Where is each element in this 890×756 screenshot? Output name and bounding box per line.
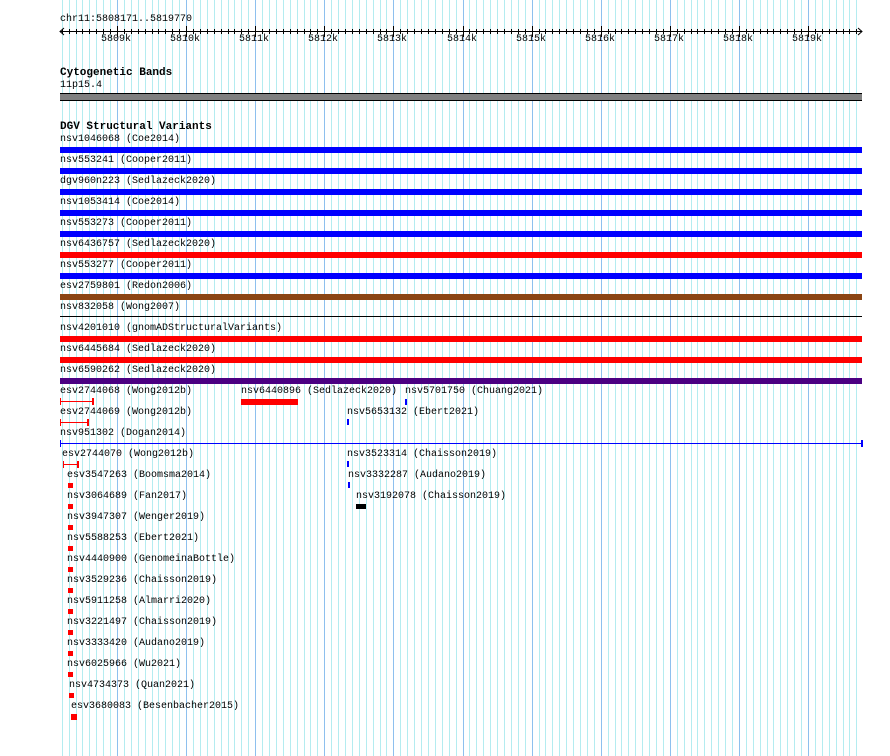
variant-feature[interactable]	[405, 399, 407, 405]
variant-feature-end[interactable]	[77, 461, 79, 468]
ruler-tick-label: 5814k	[447, 34, 478, 45]
variant-feature[interactable]	[69, 693, 74, 698]
variant-label[interactable]: nsv6025966 (Wu2021)	[67, 659, 181, 671]
ruler-tick-label: 5810k	[170, 34, 201, 45]
variant-feature[interactable]	[68, 546, 73, 551]
variant-feature[interactable]	[60, 443, 862, 444]
variant-feature[interactable]	[348, 482, 350, 488]
ruler-tick-label: 5815k	[516, 34, 547, 45]
variant-feature-end[interactable]	[60, 398, 61, 405]
variant-label[interactable]: nsv5701750 (Chuang2021)	[405, 386, 543, 398]
variant-feature[interactable]	[60, 189, 862, 195]
variant-feature[interactable]	[68, 609, 73, 614]
variant-label[interactable]: nsv6590262 (Sedlazeck2020)	[60, 365, 216, 377]
variant-feature-end[interactable]	[60, 440, 61, 447]
ruler-tick-label: 5809k	[101, 34, 132, 45]
variant-feature[interactable]	[60, 252, 862, 258]
variant-label[interactable]: esv2744068 (Wong2012b)	[60, 386, 192, 398]
variant-label[interactable]: dgv960n223 (Sedlazeck2020)	[60, 176, 216, 188]
variant-label[interactable]: nsv5588253 (Ebert2021)	[67, 533, 199, 545]
variant-label[interactable]: nsv3332287 (Audano2019)	[348, 470, 486, 482]
variant-label[interactable]: nsv3064689 (Fan2017)	[67, 491, 187, 503]
variant-label[interactable]: nsv6440896 (Sedlazeck2020)	[241, 386, 397, 398]
ruler-tick-label: 5811k	[239, 34, 270, 45]
cytoband-track-title: Cytogenetic Bands	[60, 67, 173, 79]
variant-label[interactable]: nsv553273 (Cooper2011)	[60, 218, 192, 230]
variant-feature[interactable]	[60, 273, 862, 279]
variant-label[interactable]: nsv3192078 (Chaisson2019)	[356, 491, 506, 503]
cytoband-bar[interactable]	[60, 93, 862, 101]
variant-feature-end[interactable]	[861, 440, 863, 447]
variant-feature[interactable]	[60, 210, 862, 216]
variant-feature[interactable]	[68, 504, 73, 509]
variant-feature[interactable]	[60, 147, 862, 153]
variant-label[interactable]: nsv4201010 (gnomADStructuralVariants)	[60, 323, 282, 335]
variant-label[interactable]: nsv4734373 (Quan2021)	[69, 680, 195, 692]
variant-label[interactable]: nsv4440900 (GenomeinaBottle)	[67, 554, 235, 566]
variant-label[interactable]: nsv1053414 (Coe2014)	[60, 197, 180, 209]
variant-label[interactable]: nsv3947307 (Wenger2019)	[67, 512, 205, 524]
variant-label[interactable]: esv3680083 (Besenbacher2015)	[71, 701, 239, 713]
ruler-tick-label: 5816k	[585, 34, 616, 45]
dgv-track-title: DGV Structural Variants	[60, 121, 212, 133]
variant-feature[interactable]	[60, 316, 862, 317]
variant-feature[interactable]	[347, 461, 349, 467]
variant-label[interactable]: nsv1046068 (Coe2014)	[60, 134, 180, 146]
variant-feature-end[interactable]	[87, 419, 89, 426]
variant-feature[interactable]	[68, 651, 73, 656]
variant-feature[interactable]	[60, 378, 862, 384]
variant-label[interactable]: nsv553277 (Cooper2011)	[60, 260, 192, 272]
variant-label[interactable]: nsv3529236 (Chaisson2019)	[67, 575, 217, 587]
ruler-tick-label: 5813k	[377, 34, 408, 45]
variant-label[interactable]: nsv3221497 (Chaisson2019)	[67, 617, 217, 629]
variant-feature[interactable]	[60, 357, 862, 363]
variant-label[interactable]: nsv6445684 (Sedlazeck2020)	[60, 344, 216, 356]
variant-feature[interactable]	[347, 419, 349, 425]
variant-label[interactable]: esv3547263 (Boomsma2014)	[67, 470, 211, 482]
ruler-tick-label: 5819k	[792, 34, 823, 45]
cytoband-label: 11p15.4	[60, 80, 103, 91]
variant-label[interactable]: esv2744070 (Wong2012b)	[62, 449, 194, 461]
variant-label[interactable]: nsv553241 (Cooper2011)	[60, 155, 192, 167]
variant-feature[interactable]	[60, 336, 862, 342]
variant-label[interactable]: nsv6436757 (Sedlazeck2020)	[60, 239, 216, 251]
variant-feature-end[interactable]	[63, 461, 64, 468]
variant-feature[interactable]	[60, 294, 862, 300]
variant-feature[interactable]	[68, 630, 73, 635]
variant-feature[interactable]	[68, 525, 73, 530]
variant-feature[interactable]	[60, 231, 862, 237]
variant-label[interactable]: nsv3523314 (Chaisson2019)	[347, 449, 497, 461]
variant-feature[interactable]	[68, 588, 73, 593]
ruler-tick-label: 5817k	[654, 34, 685, 45]
position-label: chr11:5808171..5819770	[60, 14, 193, 25]
variant-feature[interactable]	[63, 464, 78, 465]
variant-feature[interactable]	[68, 483, 73, 488]
variant-feature[interactable]	[356, 504, 366, 509]
variant-label[interactable]: nsv5911258 (Almarri2020)	[67, 596, 211, 608]
variant-label[interactable]: esv2744069 (Wong2012b)	[60, 407, 192, 419]
variant-feature[interactable]	[60, 401, 93, 402]
variant-label[interactable]: esv2759801 (Redon2006)	[60, 281, 192, 293]
variant-feature[interactable]	[68, 672, 73, 677]
variant-label[interactable]: nsv5653132 (Ebert2021)	[347, 407, 479, 419]
ruler-tick-label: 5818k	[723, 34, 754, 45]
ruler-tick-label: 5812k	[308, 34, 339, 45]
variant-label[interactable]: nsv3333420 (Audano2019)	[67, 638, 205, 650]
variant-label[interactable]: nsv832058 (Wong2007)	[60, 302, 180, 314]
variant-feature[interactable]	[241, 399, 298, 405]
variant-feature-end[interactable]	[60, 419, 61, 426]
variant-feature[interactable]	[71, 714, 77, 720]
variant-label[interactable]: nsv951302 (Dogan2014)	[60, 428, 186, 440]
variant-feature-end[interactable]	[92, 398, 94, 405]
variant-feature[interactable]	[60, 422, 88, 423]
variant-feature[interactable]	[60, 168, 862, 174]
variant-feature[interactable]	[68, 567, 73, 572]
